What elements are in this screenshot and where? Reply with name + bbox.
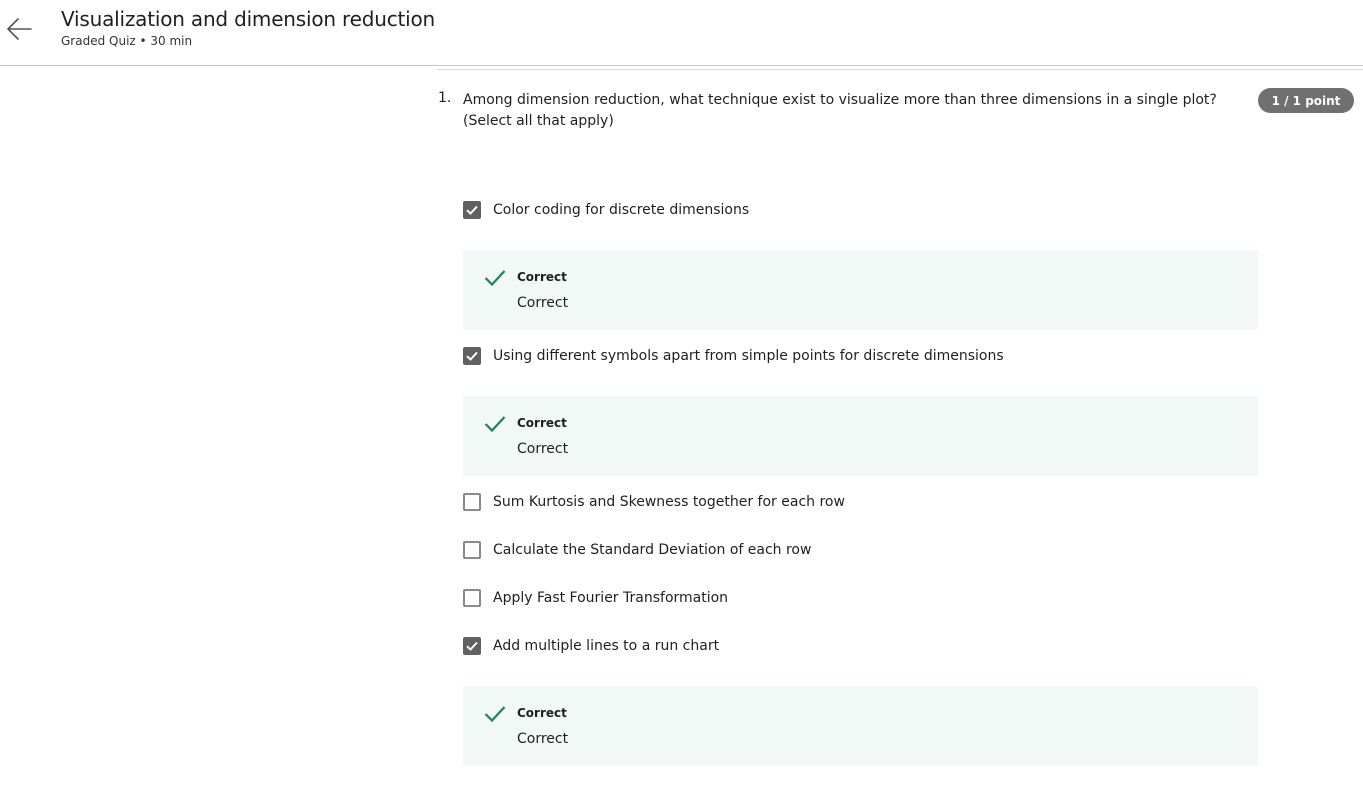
checkbox-checked[interactable]	[463, 347, 481, 365]
checkbox-checked[interactable]	[463, 637, 481, 655]
option-label[interactable]: Calculate the Standard Deviation of each…	[493, 540, 811, 560]
divider	[437, 69, 1363, 70]
option-label[interactable]: Add multiple lines to a run chart	[493, 636, 719, 656]
feedback-correct: Correct Correct	[463, 686, 1258, 766]
checkbox-unchecked[interactable]	[463, 493, 481, 511]
feedback-title: Correct	[517, 706, 567, 720]
checkbox-unchecked[interactable]	[463, 589, 481, 607]
checkmark-icon	[466, 351, 478, 361]
quiz-header: Visualization and dimension reduction Gr…	[0, 0, 1363, 66]
quiz-meta: Graded Quiz • 30 min	[61, 34, 193, 48]
option-label[interactable]: Using different symbols apart from simpl…	[493, 346, 1004, 366]
question-number: 1.	[438, 90, 452, 106]
check-icon	[484, 270, 506, 287]
question-text: Among dimension reduction, what techniqu…	[463, 92, 1217, 129]
feedback-text: Correct	[517, 295, 569, 311]
arrow-left-icon	[7, 18, 32, 40]
option-label[interactable]: Color coding for discrete dimensions	[493, 200, 749, 220]
back-button[interactable]	[4, 12, 34, 46]
feedback-text: Correct	[517, 441, 569, 457]
checkbox-unchecked[interactable]	[463, 541, 481, 559]
feedback-correct: Correct Correct	[463, 250, 1258, 330]
check-icon	[484, 706, 506, 723]
feedback-title: Correct	[517, 416, 567, 430]
feedback-title: Correct	[517, 270, 567, 284]
page-title: Visualization and dimension reduction	[61, 7, 435, 31]
checkmark-icon	[466, 641, 478, 651]
checkmark-icon	[466, 205, 478, 215]
feedback-correct: Correct Correct	[463, 396, 1258, 476]
checkbox-checked[interactable]	[463, 201, 481, 219]
feedback-text: Correct	[517, 731, 569, 747]
points-badge: 1 / 1 point	[1258, 88, 1354, 113]
check-icon	[484, 416, 506, 433]
option-label[interactable]: Apply Fast Fourier Transformation	[493, 588, 728, 608]
option-label[interactable]: Sum Kurtosis and Skewness together for e…	[493, 492, 845, 512]
